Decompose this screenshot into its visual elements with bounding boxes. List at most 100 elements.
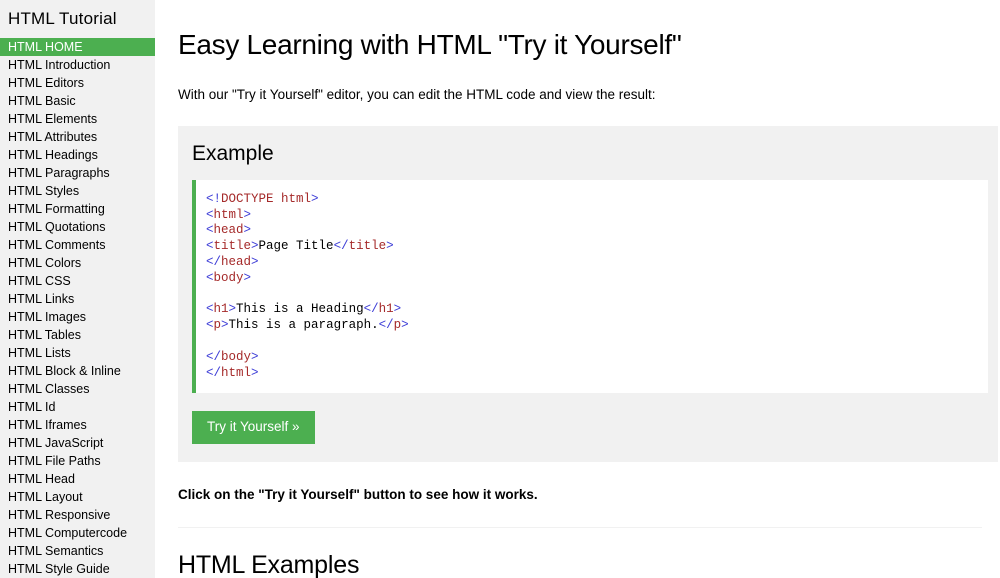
sidebar-item-label: HTML Quotations bbox=[8, 220, 106, 235]
sidebar-item-label: HTML Style Guide bbox=[8, 562, 110, 577]
sidebar-item-html-comments[interactable]: HTML Comments bbox=[0, 236, 155, 254]
sidebar-item-html-styles[interactable]: HTML Styles bbox=[0, 182, 155, 200]
instruction-note: Click on the "Try it Yourself" button to… bbox=[178, 486, 538, 502]
sidebar-item-label: HTML Formatting bbox=[8, 202, 105, 217]
code-token-tag: h1 bbox=[213, 302, 229, 317]
sidebar-item-html-editors[interactable]: HTML Editors bbox=[0, 74, 155, 92]
code-token-tag: body bbox=[213, 270, 244, 285]
sidebar-item-html-head[interactable]: HTML Head bbox=[0, 470, 155, 488]
sidebar-navigation: HTML Tutorial HTML HOME HTML Introduction… bbox=[0, 0, 155, 578]
code-token-tag: p bbox=[213, 318, 222, 333]
section-divider bbox=[178, 526, 982, 528]
sidebar-item-label: HTML CSS bbox=[8, 274, 71, 289]
page-title: Easy Learning with HTML "Try it Yourself… bbox=[178, 29, 682, 60]
code-token-tag: html bbox=[213, 207, 244, 222]
sidebar-item-label: HTML Editors bbox=[8, 76, 84, 91]
code-token-tag: head bbox=[213, 223, 244, 238]
code-token-br: < bbox=[206, 239, 214, 254]
sidebar-item-html-formatting[interactable]: HTML Formatting bbox=[0, 200, 155, 218]
sidebar-item-html-basic[interactable]: HTML Basic bbox=[0, 92, 155, 110]
sidebar-item-html-block-inline[interactable]: HTML Block & Inline bbox=[0, 362, 155, 380]
code-token-br: > bbox=[251, 349, 259, 364]
code-token-tag: body bbox=[221, 349, 252, 364]
sidebar-item-html-attributes[interactable]: HTML Attributes bbox=[0, 128, 155, 146]
sidebar-item-html-elements[interactable]: HTML Elements bbox=[0, 110, 155, 128]
sidebar-item-html-responsive[interactable]: HTML Responsive bbox=[0, 506, 155, 524]
code-token-br: > bbox=[251, 254, 259, 269]
code-sample[interactable]: <!DOCTYPE html> <html> <head> <title>Pag… bbox=[192, 179, 988, 394]
sidebar-item-html-style-guide[interactable]: HTML Style Guide bbox=[0, 560, 155, 578]
intro-paragraph: With our "Try it Yourself" editor, you c… bbox=[178, 86, 656, 102]
sidebar-item-html-computercode[interactable]: HTML Computercode bbox=[0, 524, 155, 542]
code-token-tag: html bbox=[221, 365, 252, 380]
sidebar-item-html-layout[interactable]: HTML Layout bbox=[0, 488, 155, 506]
sidebar-item-label: HTML Semantics bbox=[8, 544, 104, 559]
sidebar-item-html-home[interactable]: HTML HOME bbox=[0, 38, 155, 57]
sidebar-item-html-id[interactable]: HTML Id bbox=[0, 398, 155, 416]
sidebar-item-html-colors[interactable]: HTML Colors bbox=[0, 254, 155, 272]
code-token-br: > bbox=[228, 302, 237, 317]
code-token-txt: This is a paragraph. bbox=[228, 318, 379, 333]
sidebar-item-html-tables[interactable]: HTML Tables bbox=[0, 326, 155, 344]
code-token-br: > bbox=[401, 318, 409, 333]
code-token-br: > bbox=[386, 239, 394, 254]
sidebar-item-label: HTML Tables bbox=[8, 328, 81, 343]
sidebar-item-label: HTML Elements bbox=[8, 112, 98, 127]
main-content: Easy Learning with HTML "Try it Yourself… bbox=[155, 0, 1000, 578]
sidebar-item-html-css[interactable]: HTML CSS bbox=[0, 272, 155, 290]
code-token-tag: head bbox=[221, 254, 252, 269]
sidebar-item-html-quotations[interactable]: HTML Quotations bbox=[0, 218, 155, 236]
code-token-br: </ bbox=[333, 239, 349, 254]
sidebar-item-html-file-paths[interactable]: HTML File Paths bbox=[0, 452, 155, 470]
sidebar-item-html-introduction[interactable]: HTML Introduction bbox=[0, 56, 155, 74]
sidebar-item-label: HTML Attributes bbox=[8, 130, 98, 145]
sidebar-item-html-headings[interactable]: HTML Headings bbox=[0, 146, 155, 164]
example-panel: Example <!DOCTYPE html> <html> <head> <t… bbox=[178, 126, 998, 462]
sidebar-item-label: HTML Images bbox=[8, 310, 87, 325]
code-token-doctype: DOCTYPE html bbox=[221, 191, 312, 206]
sidebar-item-html-lists[interactable]: HTML Lists bbox=[0, 344, 155, 362]
code-token-br: > bbox=[251, 239, 259, 254]
code-token-br: </ bbox=[206, 365, 222, 380]
code-token-tag: title bbox=[348, 239, 387, 254]
code-token-br: </ bbox=[206, 349, 222, 364]
sidebar-item-label: HTML File Paths bbox=[8, 454, 101, 469]
sidebar-item-html-iframes[interactable]: HTML Iframes bbox=[0, 416, 155, 434]
code-token-br: </ bbox=[206, 254, 222, 269]
examples-section-title: HTML Examples bbox=[178, 550, 360, 578]
sidebar-item-list: HTML HOME HTML Introduction HTML Editors HT… bbox=[0, 38, 155, 578]
code-token-br: > bbox=[243, 207, 252, 222]
code-token-br: > bbox=[243, 223, 252, 238]
sidebar-item-label: HTML Links bbox=[8, 292, 75, 307]
sidebar-item-label: HTML Layout bbox=[8, 490, 83, 505]
sidebar-item-label: HTML Head bbox=[8, 472, 75, 487]
sidebar-item-html-links[interactable]: HTML Links bbox=[0, 290, 155, 308]
code-token-br: </ bbox=[363, 302, 379, 317]
code-token-tag: h1 bbox=[378, 302, 394, 317]
sidebar-item-label: HTML Lists bbox=[8, 346, 71, 361]
code-token-br: > bbox=[243, 270, 252, 285]
sidebar-item-html-classes[interactable]: HTML Classes bbox=[0, 380, 155, 398]
code-token-br: </ bbox=[378, 318, 394, 333]
code-token-tag: p bbox=[393, 318, 402, 333]
sidebar-item-html-javascript[interactable]: HTML JavaScript bbox=[0, 434, 155, 452]
code-token-br: > bbox=[311, 191, 319, 206]
code-token-br: < bbox=[206, 223, 214, 238]
sidebar-title: HTML Tutorial bbox=[8, 9, 117, 28]
example-heading: Example bbox=[192, 142, 274, 166]
sidebar-item-label: HTML Block & Inline bbox=[8, 364, 121, 379]
sidebar-item-label: HTML Classes bbox=[8, 382, 90, 397]
sidebar-item-html-images[interactable]: HTML Images bbox=[0, 308, 155, 326]
code-token-br: < bbox=[206, 207, 214, 222]
sidebar-item-label: HTML Headings bbox=[8, 148, 98, 163]
code-token-br: > bbox=[393, 302, 402, 317]
code-token-br: <! bbox=[206, 191, 222, 206]
sidebar-item-label: HTML Responsive bbox=[8, 508, 111, 523]
code-token-tag: title bbox=[213, 239, 252, 254]
sidebar-item-label: HTML JavaScript bbox=[8, 436, 104, 451]
sidebar-item-html-semantics[interactable]: HTML Semantics bbox=[0, 542, 155, 560]
try-it-yourself-button[interactable]: Try it Yourself » bbox=[192, 411, 315, 444]
sidebar-item-label: HTML Styles bbox=[8, 184, 80, 199]
sidebar-item-html-paragraphs[interactable]: HTML Paragraphs bbox=[0, 164, 155, 182]
code-token-txt: This is a Heading bbox=[236, 302, 364, 317]
